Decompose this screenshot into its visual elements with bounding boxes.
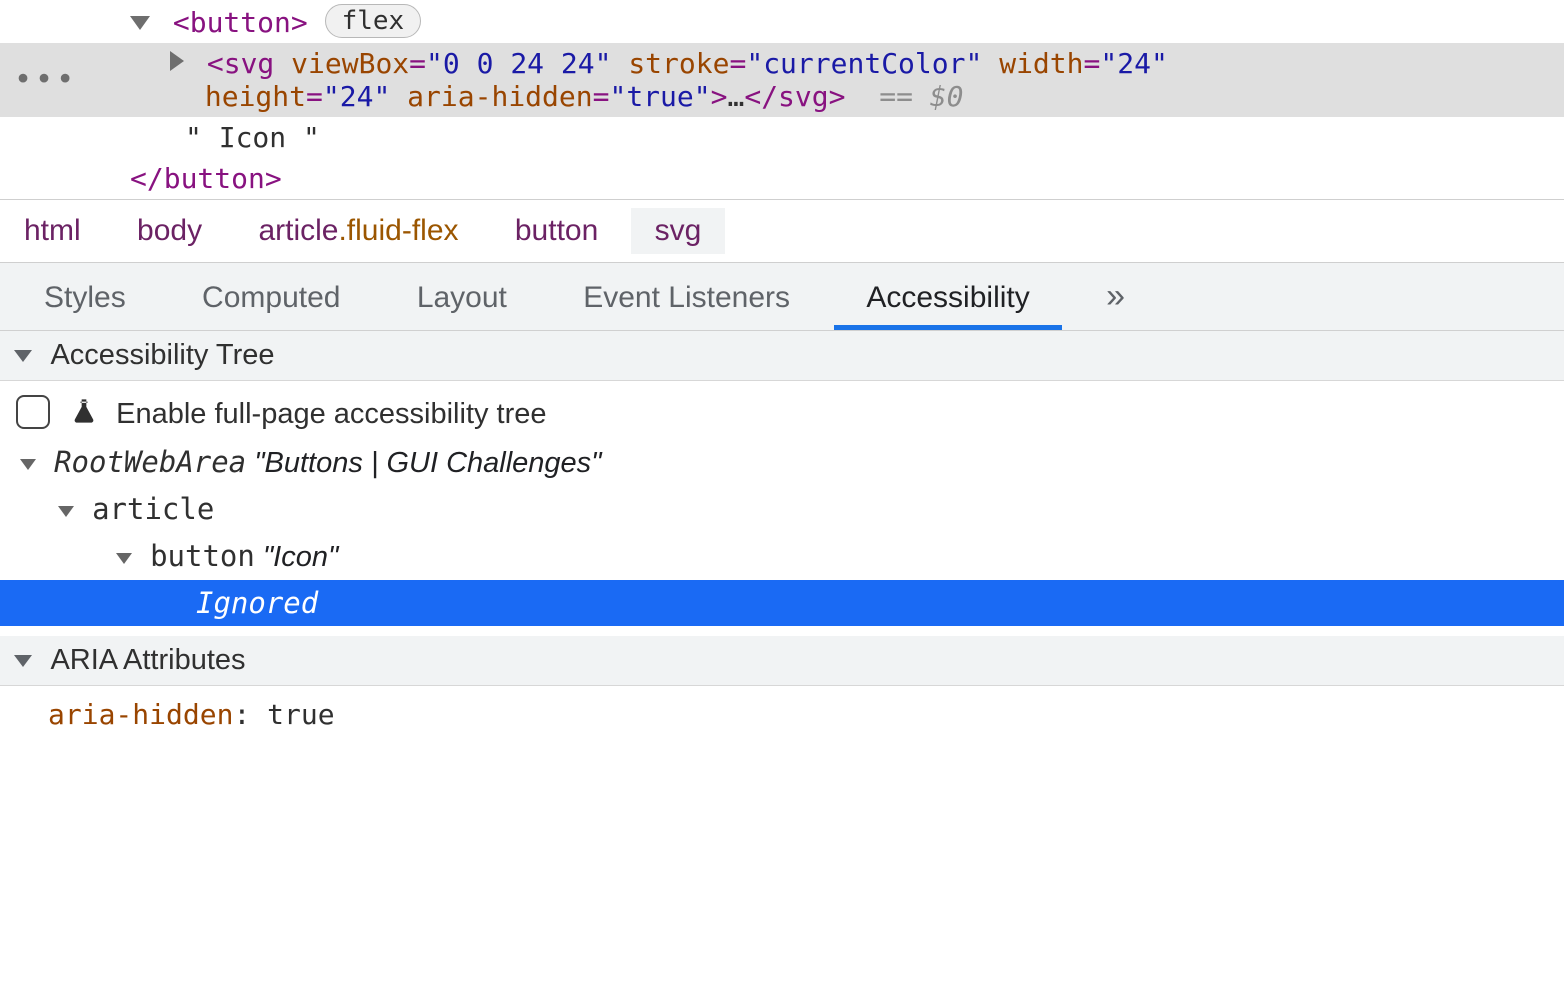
breadcrumb-html[interactable]: html bbox=[0, 208, 105, 254]
tab-event-listeners[interactable]: Event Listeners bbox=[549, 267, 824, 329]
attr-height: height bbox=[205, 80, 306, 113]
dom-node-button-close[interactable]: </button> bbox=[0, 158, 1564, 199]
tag-button-close: </button> bbox=[130, 162, 282, 195]
accessibility-tree-title: Accessibility Tree bbox=[50, 339, 274, 371]
ax-ignored-label: Ignored bbox=[196, 586, 318, 620]
ax-root-name: "Buttons | GUI Challenges" bbox=[254, 447, 601, 479]
ax-button-name: "Icon" bbox=[263, 541, 338, 573]
ax-root-role: RootWebArea bbox=[54, 445, 246, 479]
dom-text-node[interactable]: " Icon " bbox=[0, 117, 1564, 158]
selected-node-marker: == $0 bbox=[879, 80, 963, 113]
accessibility-tree-header[interactable]: Accessibility Tree bbox=[0, 331, 1564, 381]
svg-ellipsis: … bbox=[727, 80, 744, 113]
val-viewbox: "0 0 24 24" bbox=[426, 47, 611, 80]
tag-button-open: <button> bbox=[173, 6, 308, 39]
svg-open-bracket: <svg bbox=[207, 47, 274, 80]
aria-attribute-row: aria-hidden: true bbox=[0, 686, 1564, 743]
breadcrumb-svg[interactable]: svg bbox=[631, 208, 726, 254]
tab-layout[interactable]: Layout bbox=[383, 267, 541, 329]
breadcrumb-body[interactable]: body bbox=[113, 208, 226, 254]
ax-button[interactable]: button "Icon" bbox=[16, 533, 1548, 580]
svg-close-tag: </svg> bbox=[744, 80, 845, 113]
ax-button-role: button bbox=[150, 539, 255, 573]
chevron-down-icon[interactable] bbox=[20, 459, 36, 470]
toggle-expand-icon[interactable] bbox=[170, 51, 184, 71]
breadcrumb: html body article.fluid-flex button svg bbox=[0, 199, 1564, 263]
tab-accessibility[interactable]: Accessibility bbox=[832, 267, 1063, 329]
chevron-down-icon bbox=[14, 350, 32, 362]
sidebar-tabs: Styles Computed Layout Event Listeners A… bbox=[0, 263, 1564, 331]
flask-icon bbox=[70, 397, 98, 433]
tab-computed[interactable]: Computed bbox=[168, 267, 374, 329]
chevron-down-icon[interactable] bbox=[116, 553, 132, 564]
chevron-down-icon[interactable] bbox=[58, 506, 74, 517]
row-actions-icon[interactable]: ••• bbox=[14, 63, 77, 98]
val-aria-hidden: "true" bbox=[609, 80, 710, 113]
flex-badge[interactable]: flex bbox=[325, 4, 422, 38]
toggle-collapse-icon[interactable] bbox=[130, 16, 150, 30]
ax-root[interactable]: RootWebArea "Buttons | GUI Challenges" bbox=[16, 439, 1548, 486]
ax-article-role: article bbox=[92, 492, 214, 526]
accessibility-tree-body: Enable full-page accessibility tree Root… bbox=[0, 381, 1564, 636]
chevron-down-icon bbox=[14, 655, 32, 667]
tabs-overflow-icon[interactable]: » bbox=[1072, 263, 1133, 330]
text-node-value: " Icon " bbox=[185, 121, 320, 154]
attr-viewbox: viewBox bbox=[291, 47, 409, 80]
dom-tree-panel: <button> flex ••• <svg viewBox="0 0 24 2… bbox=[0, 0, 1564, 199]
enable-fullpage-label: Enable full-page accessibility tree bbox=[116, 398, 546, 430]
breadcrumb-button[interactable]: button bbox=[491, 208, 622, 254]
ax-article[interactable]: article bbox=[16, 486, 1548, 533]
aria-attr-value: true bbox=[267, 698, 334, 731]
attr-stroke: stroke bbox=[628, 47, 729, 80]
val-stroke: "currentColor" bbox=[746, 47, 982, 80]
attr-aria-hidden: aria-hidden bbox=[407, 80, 592, 113]
enable-fullpage-row[interactable]: Enable full-page accessibility tree bbox=[16, 389, 1548, 439]
aria-attr-key: aria-hidden bbox=[48, 698, 233, 731]
aria-attributes-title: ARIA Attributes bbox=[50, 644, 245, 676]
aria-attributes-header[interactable]: ARIA Attributes bbox=[0, 636, 1564, 686]
breadcrumb-article[interactable]: article.fluid-flex bbox=[234, 208, 482, 254]
attr-width: width bbox=[999, 47, 1083, 80]
val-height: "24" bbox=[323, 80, 390, 113]
tab-styles[interactable]: Styles bbox=[10, 267, 160, 329]
dom-node-button-open[interactable]: <button> flex bbox=[0, 0, 1564, 43]
ax-ignored-node[interactable]: Ignored bbox=[0, 580, 1564, 626]
val-width: "24" bbox=[1100, 47, 1167, 80]
enable-fullpage-checkbox[interactable] bbox=[16, 395, 50, 429]
dom-node-svg[interactable]: ••• <svg viewBox="0 0 24 24" stroke="cur… bbox=[0, 43, 1564, 117]
